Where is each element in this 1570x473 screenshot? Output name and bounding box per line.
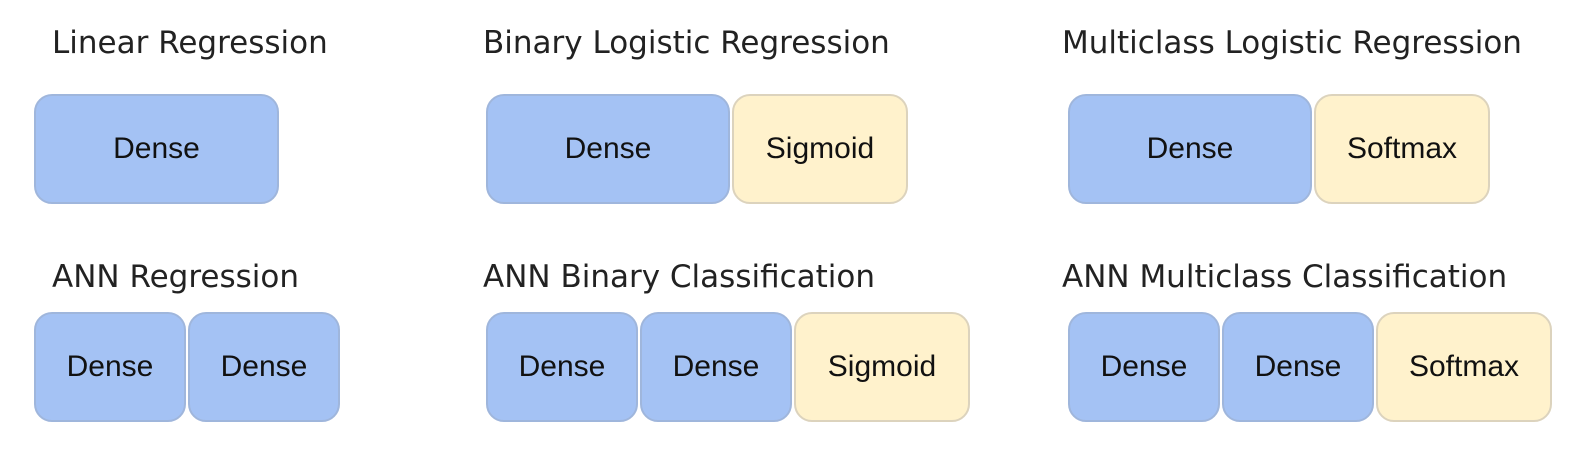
- panel-title: ANN Binary Classification: [483, 259, 876, 295]
- sigmoid-block: Sigmoid: [732, 94, 908, 204]
- softmax-block: Softmax: [1376, 312, 1552, 422]
- panel-title: Linear Regression: [52, 25, 328, 61]
- panel-title: ANN Regression: [52, 259, 300, 295]
- dense-block: Dense: [640, 312, 792, 422]
- dense-block: Dense: [34, 312, 186, 422]
- layer-stack: Dense: [34, 94, 279, 204]
- dense-block: Dense: [486, 94, 730, 204]
- layer-stack: Dense Softmax: [1068, 94, 1490, 204]
- dense-block: Dense: [188, 312, 340, 422]
- softmax-block: Softmax: [1314, 94, 1490, 204]
- sigmoid-block: Sigmoid: [794, 312, 970, 422]
- panel-title: ANN Multiclass Classification: [1062, 259, 1508, 295]
- layer-stack: Dense Dense Sigmoid: [486, 312, 970, 422]
- panel-title: Multiclass Logistic Regression: [1062, 25, 1522, 61]
- layer-stack: Dense Dense Softmax: [1068, 312, 1552, 422]
- layer-stack: Dense Sigmoid: [486, 94, 908, 204]
- dense-block: Dense: [486, 312, 638, 422]
- dense-block: Dense: [1222, 312, 1374, 422]
- dense-block: Dense: [1068, 312, 1220, 422]
- dense-block: Dense: [34, 94, 279, 204]
- panel-title: Binary Logistic Regression: [483, 25, 890, 61]
- dense-block: Dense: [1068, 94, 1312, 204]
- layer-stack: Dense Dense: [34, 312, 340, 422]
